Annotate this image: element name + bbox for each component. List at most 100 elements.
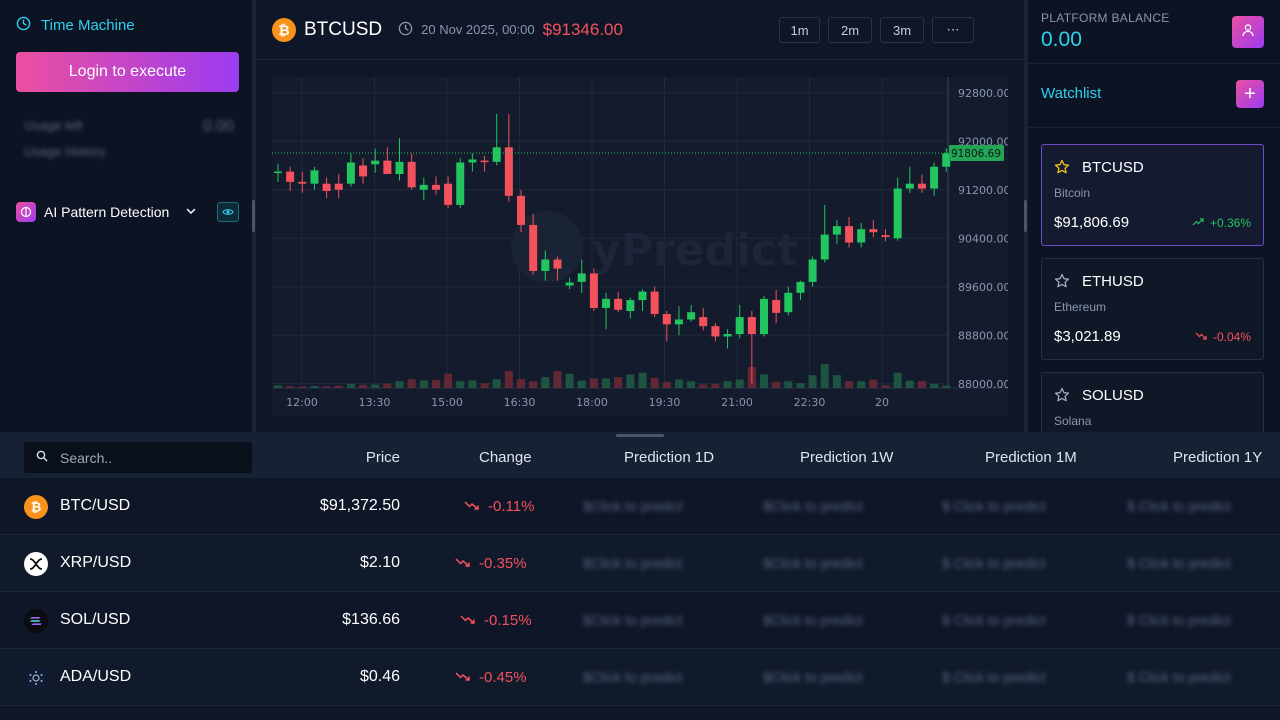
star-icon[interactable] [1054,387,1070,408]
x-tick-label: 20 [875,396,889,409]
predict-cell[interactable]: $Click to predict [763,669,863,685]
volume-bar [820,364,829,388]
volume-bar [468,380,477,388]
volume-bar [274,385,282,388]
predict-cell[interactable]: $Click to predict [583,612,683,628]
candle-body [395,161,404,174]
panel-drag-handle[interactable] [616,434,664,437]
pair-change: -0.15% [460,612,532,629]
search-input[interactable] [60,449,240,466]
x-tick-label: 19:30 [649,396,681,409]
table-header: Price Change Prediction 1D Prediction 1W… [0,433,1280,478]
volume-bar [796,383,805,388]
star-icon[interactable] [1054,159,1070,180]
predict-cell[interactable]: $ Click to predict [942,669,1045,685]
volume-bar [881,385,890,388]
xrp-icon [24,552,48,576]
predict-cell[interactable]: $ Click to predict [1127,498,1230,514]
candle-body [504,147,513,196]
volume-bar [444,373,453,388]
volume-bar [869,379,878,388]
platform-balance-label: PLATFORM BALANCE [1041,11,1170,25]
predict-cell[interactable]: $Click to predict [763,555,863,571]
trend-down-icon [455,669,471,686]
predict-cell[interactable]: $ Click to predict [1127,555,1230,571]
y-tick-label: 90400.00 [958,232,1008,245]
predict-cell[interactable]: $ Click to predict [942,555,1045,571]
table-row[interactable]: SOL/USD $136.66 -0.15% $Click to predict… [0,592,1280,649]
volume-bar [930,383,939,388]
add-watchlist-button[interactable]: + [1236,80,1264,108]
user-account-button[interactable] [1232,16,1264,48]
volume-bar [431,379,440,388]
predict-cell[interactable]: $ Click to predict [942,612,1045,628]
cardano-icon [24,666,48,690]
volume-bar [346,383,355,388]
predict-cell[interactable]: $Click to predict [583,555,683,571]
header-change[interactable]: Change [479,449,532,466]
predict-cell[interactable]: $ Click to predict [1127,669,1230,685]
volume-bar [723,381,732,388]
chart-datetime: 20 Nov 2025, 00:00 [398,21,535,39]
volume-bar [711,383,720,388]
x-tick-label: 22:30 [794,396,826,409]
candle-body [529,224,538,271]
candle-body [845,226,854,243]
pair-change-value: -0.35% [479,555,527,572]
predict-cell[interactable]: $Click to predict [583,669,683,685]
table-row[interactable]: ₿ BTC/USD $91,372.50 -0.11% $Click to pr… [0,478,1280,535]
header-prediction-1m[interactable]: Prediction 1M [985,449,1077,466]
header-prediction-1w[interactable]: Prediction 1W [800,449,893,466]
header-prediction-1d[interactable]: Prediction 1D [624,449,714,466]
candle-body [346,162,355,184]
candle-body [747,317,756,335]
candle-body [869,229,878,233]
time-machine-link[interactable]: Time Machine [16,16,135,35]
candle-body [905,183,914,189]
left-sidebar: Time Machine Login to execute Usage left… [0,0,252,432]
search-box[interactable] [24,442,252,473]
login-button[interactable]: Login to execute [16,52,239,92]
star-icon[interactable] [1054,273,1070,294]
header-price[interactable]: Price [366,449,400,466]
chevron-down-icon[interactable] [185,204,197,220]
more-timeframes-button[interactable]: ⋯ [932,17,974,43]
table-row[interactable]: ADA/USD $0.46 -0.45% $Click to predict $C… [0,649,1280,706]
trend-down-icon [455,555,471,572]
candle-body [881,235,890,238]
bitcoin-icon: ₿ [272,17,296,42]
pair-price: $0.46 [359,668,400,685]
candle-body [674,319,683,325]
chart-panel: ₿ BTCUSD 20 Nov 2025, 00:00 $91346.00 1m… [256,0,1024,432]
last-price-label: 91806.69 [951,148,1001,160]
watchlist-card-solusd[interactable]: SOLUSD Solana [1041,372,1264,432]
timeframe-2m-button[interactable]: 2m [828,17,872,43]
candle-body [517,195,525,225]
datetime-text: 20 Nov 2025, 00:00 [421,22,535,37]
volume-bar [905,380,914,388]
candle-body [298,181,307,184]
volume-bar [808,375,817,388]
header-prediction-1y[interactable]: Prediction 1Y [1173,449,1262,466]
candle-body [723,334,732,337]
watchlist-name: Bitcoin [1054,186,1091,200]
chart-svg: yPredict92800.0092000.0091200.0090400.00… [272,77,1011,409]
timeframe-1m-button[interactable]: 1m [779,17,820,43]
predict-cell[interactable]: $ Click to predict [1127,612,1230,628]
predict-cell[interactable]: $Click to predict [583,498,683,514]
candle-body [444,183,453,205]
candle-body [626,300,635,312]
volume-bar [942,385,951,388]
watchlist-card-btcusd[interactable]: BTCUSD Bitcoin $91,806.69 +0.36% [1041,144,1264,246]
watchlist-card-ethusd[interactable]: ETHUSD Ethereum $3,021.89 -0.04% [1041,258,1264,360]
predict-cell[interactable]: $ Click to predict [942,498,1045,514]
predict-cell[interactable]: $Click to predict [763,612,863,628]
eye-icon[interactable] [217,202,239,222]
predict-cell[interactable]: $Click to predict [763,498,863,514]
timeframe-3m-button[interactable]: 3m [880,17,924,43]
volume-bar [553,371,562,388]
ai-pattern-toggle[interactable]: AI Pattern Detection [16,202,239,222]
pair-change-value: -0.11% [488,498,535,515]
candlestick-chart[interactable]: yPredict 92800.00 92000.00 91200.00 90400.00… [272,77,1011,416]
table-row[interactable]: XRP/USD $2.10 -0.35% $Click to predict $C… [0,535,1280,592]
